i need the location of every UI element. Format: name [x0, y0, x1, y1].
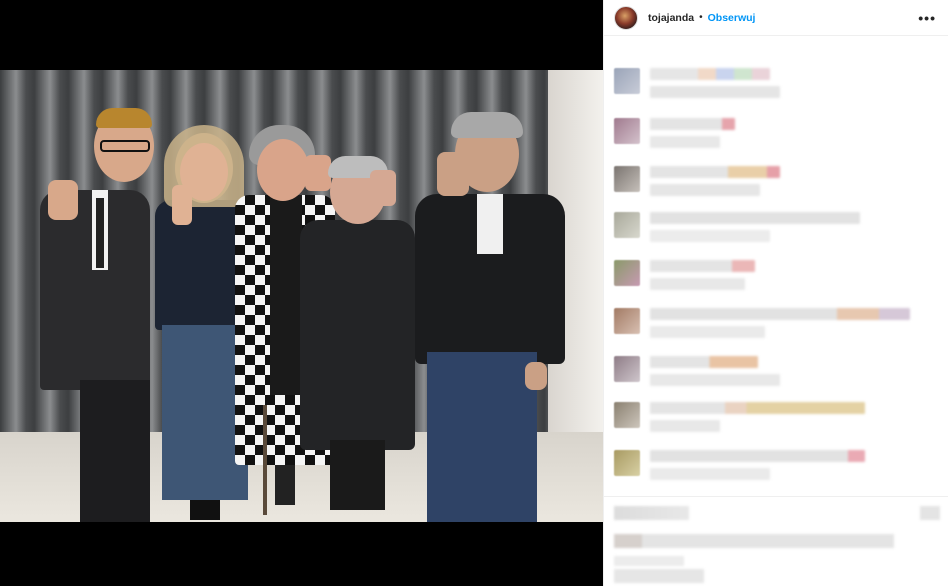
pixelated-divider [604, 496, 948, 497]
list-item [614, 356, 780, 386]
post-media[interactable] [0, 0, 603, 586]
person-1 [20, 108, 160, 522]
header-separator: • [699, 12, 703, 23]
pixelated-likes [614, 534, 894, 548]
comment-avatar [614, 450, 640, 476]
list-item [614, 212, 860, 242]
pixelated-comment-box [614, 569, 704, 583]
pixelated-actions [614, 506, 689, 520]
follow-button[interactable]: Obserwuj [708, 12, 756, 24]
comment-avatar [614, 118, 640, 144]
comment-avatar [614, 68, 640, 94]
username-link[interactable]: tojajanda [648, 12, 694, 24]
list-item [614, 68, 780, 98]
list-item [614, 166, 780, 196]
pixelated-date [614, 556, 684, 566]
comments-list-pixelated [604, 36, 948, 586]
profile-avatar[interactable] [614, 5, 638, 30]
person-4 [300, 156, 420, 522]
post-header: tojajanda • Obserwuj ••• [604, 0, 948, 36]
comment-avatar [614, 260, 640, 286]
comment-avatar [614, 402, 640, 428]
more-options-icon[interactable]: ••• [918, 10, 936, 26]
pixelated-actions-right [920, 506, 940, 520]
list-item [614, 402, 865, 432]
list-item [614, 308, 910, 338]
post-photo[interactable] [0, 70, 603, 522]
post-sidebar: tojajanda • Obserwuj ••• [603, 0, 948, 586]
list-item [614, 450, 865, 480]
list-item [614, 260, 755, 290]
list-item [614, 118, 735, 148]
comment-avatar [614, 308, 640, 334]
person-5 [405, 112, 570, 522]
comment-avatar [614, 166, 640, 192]
comment-avatar [614, 212, 640, 238]
comment-avatar [614, 356, 640, 382]
